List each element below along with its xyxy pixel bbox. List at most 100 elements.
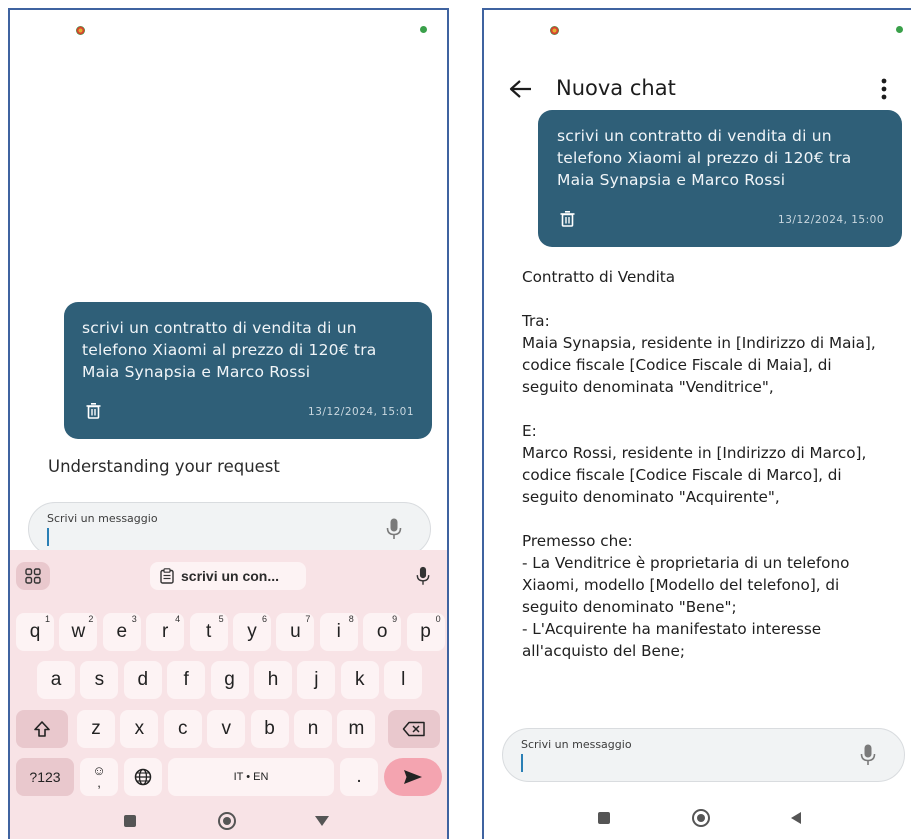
camera-indicator-icon <box>896 26 903 33</box>
delete-icon[interactable] <box>86 403 101 419</box>
keyboard-mic-icon[interactable] <box>416 566 430 586</box>
key-number-hint: 8 <box>348 614 354 624</box>
message-input-label: Scrivi un messaggio <box>47 512 158 525</box>
left-phone-screen: scrivi un contratto di vendita di un tel… <box>8 8 449 839</box>
mic-icon[interactable] <box>860 744 876 766</box>
clipboard-suggestion-text: scrivi un con... <box>181 568 280 584</box>
key-m[interactable]: m <box>337 710 376 748</box>
key-b[interactable]: b <box>250 710 289 748</box>
recents-button[interactable] <box>124 815 136 827</box>
key-n[interactable]: n <box>294 710 332 748</box>
key-e[interactable]: e3 <box>102 613 141 651</box>
key-d[interactable]: d <box>123 661 162 699</box>
system-nav-bar <box>484 797 911 839</box>
key-q[interactable]: q1 <box>16 613 54 651</box>
right-phone-screen: Nuova chat scrivi un contratto di vendit… <box>482 8 911 839</box>
e-label: E: <box>522 422 537 440</box>
key-t[interactable]: t5 <box>189 613 228 651</box>
recents-button[interactable] <box>598 812 610 824</box>
key-number-hint: 0 <box>435 614 441 624</box>
key-y[interactable]: y6 <box>233 613 271 651</box>
emoji-key[interactable]: ☺ , <box>80 758 118 796</box>
key-label: p <box>420 621 431 642</box>
key-w[interactable]: w2 <box>59 613 98 651</box>
user-message-bubble: scrivi un contratto di vendita di un tel… <box>64 302 432 439</box>
language-key[interactable] <box>124 758 162 796</box>
key-label: r <box>162 621 169 642</box>
home-button[interactable] <box>692 809 710 827</box>
key-number-hint: 6 <box>261 614 267 624</box>
premesso-item-1: - La Venditrice è proprietaria di un tel… <box>522 554 850 616</box>
home-dot-icon <box>697 814 705 822</box>
key-c[interactable]: c <box>163 710 202 748</box>
backspace-key[interactable] <box>388 710 440 748</box>
e-body: Marco Rossi, residente in [Indirizzo di … <box>522 444 867 506</box>
key-label: t <box>205 621 212 642</box>
delete-icon[interactable] <box>560 211 575 227</box>
key-x[interactable]: x <box>120 710 159 748</box>
key-h[interactable]: h <box>254 661 292 699</box>
status-text: Understanding your request <box>48 457 280 476</box>
mic-icon[interactable] <box>386 518 402 540</box>
send-icon <box>404 770 422 784</box>
period-key[interactable]: . <box>340 758 378 796</box>
key-r[interactable]: r4 <box>146 613 185 651</box>
key-j[interactable]: j <box>297 661 336 699</box>
user-message-text: scrivi un contratto di vendita di un tel… <box>82 319 377 381</box>
key-number-hint: 9 <box>392 614 398 624</box>
text-caret <box>521 754 523 772</box>
user-message-bubble: scrivi un contratto di vendita di un tel… <box>538 110 902 247</box>
shift-icon <box>34 721 50 737</box>
more-options-icon[interactable] <box>881 78 887 100</box>
message-timestamp: 13/12/2024, 15:00 <box>778 214 884 226</box>
premesso-item-2: - L'Acquirente ha manifestato interesse … <box>522 620 822 660</box>
key-number-hint: 5 <box>218 614 224 624</box>
text-caret <box>47 528 49 546</box>
key-s[interactable]: s <box>80 661 119 699</box>
send-key[interactable] <box>384 758 442 796</box>
key-i[interactable]: i8 <box>319 613 358 651</box>
assistant-response: Contratto di Vendita Tra: Maia Synapsia,… <box>522 266 882 662</box>
key-label: u <box>290 621 301 642</box>
chrome-status-icon <box>550 26 559 35</box>
shift-key[interactable] <box>16 710 68 748</box>
chrome-status-icon <box>76 26 85 35</box>
space-key[interactable]: IT • EN <box>168 758 334 796</box>
symbols-key[interactable]: ?123 <box>16 758 74 796</box>
comma-char: , <box>97 775 101 790</box>
key-k[interactable]: k <box>340 661 379 699</box>
user-message-text: scrivi un contratto di vendita di un tel… <box>557 127 852 189</box>
premesso-label: Premesso che: <box>522 532 633 550</box>
page-title: Nuova chat <box>556 76 676 100</box>
key-label: w <box>71 621 86 642</box>
key-v[interactable]: v <box>207 710 246 748</box>
key-u[interactable]: u7 <box>276 613 315 651</box>
back-arrow-icon[interactable] <box>509 79 533 99</box>
key-number-hint: 7 <box>305 614 311 624</box>
system-nav-bar <box>10 801 447 839</box>
message-input-label: Scrivi un messaggio <box>521 738 632 751</box>
home-dot-icon <box>223 817 231 825</box>
message-input[interactable]: Scrivi un messaggio <box>28 502 431 556</box>
key-l[interactable]: l <box>384 661 423 699</box>
key-o[interactable]: o9 <box>363 613 402 651</box>
key-f[interactable]: f <box>167 661 206 699</box>
message-input[interactable]: Scrivi un messaggio <box>502 728 905 782</box>
key-z[interactable]: z <box>77 710 115 748</box>
clipboard-suggestion[interactable]: scrivi un con... <box>150 562 306 590</box>
key-label: q <box>29 621 41 642</box>
key-g[interactable]: g <box>210 661 249 699</box>
grid-icon <box>25 568 41 584</box>
tra-body: Maia Synapsia, residente in [Indirizzo d… <box>522 334 876 396</box>
keyboard-hide-button[interactable] <box>314 815 330 827</box>
key-a[interactable]: a <box>37 661 75 699</box>
soft-keyboard: scrivi un con... q1w2e3r4t5y6u7i8o9p0 as… <box>10 550 447 839</box>
key-number-hint: 1 <box>44 614 50 624</box>
apps-grid-button[interactable] <box>16 562 50 590</box>
key-label: e <box>116 621 128 642</box>
home-button[interactable] <box>218 812 236 830</box>
back-button[interactable] <box>790 811 802 825</box>
response-title: Contratto di Vendita <box>522 268 676 286</box>
clipboard-icon <box>160 568 174 584</box>
key-p[interactable]: p0 <box>406 613 445 651</box>
